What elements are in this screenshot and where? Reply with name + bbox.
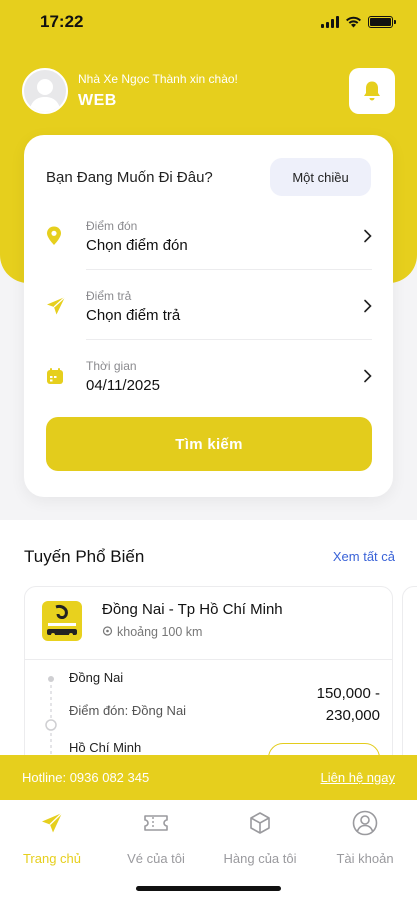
date-value: 04/11/2025 (86, 376, 160, 394)
trip-type-chip[interactable]: Một chiều (270, 158, 371, 196)
tab-account[interactable]: Tài khoản (313, 808, 417, 866)
divider (25, 659, 392, 660)
tab-label: Hàng của tôi (223, 851, 297, 866)
calendar-icon (47, 368, 63, 384)
tab-label: Vé của tôi (127, 851, 185, 866)
chevron-right-icon (364, 229, 372, 243)
profile-header: Nhà Xe Ngọc Thành xin chào! WEB (22, 68, 238, 114)
search-card-title: Bạn Đang Muốn Đi Đâu? (46, 169, 213, 186)
price-max: 230,000 (325, 707, 380, 724)
contact-now-link[interactable]: Liên hệ ngay (321, 770, 395, 785)
signal-icon (321, 16, 339, 28)
divider (86, 269, 372, 270)
tab-label: Trang chủ (22, 851, 82, 866)
pickup-point: Điểm đón: Đồng Nai (69, 703, 187, 718)
search-card: Bạn Đang Muốn Đi Đâu? Một chiều Điểm đón… (24, 135, 393, 497)
search-button[interactable]: Tìm kiếm (46, 417, 372, 471)
notification-button[interactable] (349, 68, 395, 114)
pickup-label: Điểm đón (86, 218, 138, 233)
battery-icon (368, 16, 396, 28)
dropoff-label: Điểm trả (86, 288, 132, 303)
pickup-field[interactable]: Điểm đón Chọn điểm đón (46, 201, 372, 271)
operator-logo (42, 601, 82, 641)
date-label: Thời gian (86, 358, 137, 373)
status-time: 17:22 (40, 12, 84, 31)
location-pin-icon (47, 226, 61, 245)
user-placeholder-icon (29, 79, 61, 112)
home-indicator (136, 886, 281, 891)
bell-icon (364, 81, 380, 101)
tab-my-tickets[interactable]: Vé của tôi (104, 808, 208, 866)
box-icon (250, 812, 270, 834)
distance-text: khoảng 100 km (117, 625, 203, 639)
status-icons (321, 16, 396, 28)
pickup-value: Chọn điểm đón (86, 236, 188, 254)
see-all-link[interactable]: Xem tất cả (333, 549, 395, 564)
dropoff-field[interactable]: Điểm trả Chọn điểm trả (46, 271, 372, 341)
tab-bar: Trang chủ Vé của tôi Hàng của tôi Tài kh… (0, 800, 417, 900)
route-distance: khoảng 100 km (102, 625, 202, 639)
wifi-icon (346, 16, 361, 28)
ticket-icon (144, 815, 168, 831)
tab-home[interactable]: Trang chủ (0, 808, 104, 866)
chevron-right-icon (364, 369, 372, 383)
hotline-text: Hotline: 0936 082 345 (22, 770, 150, 785)
user-name: WEB (78, 92, 117, 109)
route-name: Đồng Nai - Tp Hồ Chí Minh (102, 601, 283, 618)
date-field[interactable]: Thời gian 04/11/2025 (46, 341, 372, 411)
dropoff-value: Chọn điểm trả (86, 306, 181, 324)
section-title: Tuyến Phổ Biến (24, 547, 145, 566)
greeting-text: Nhà Xe Ngọc Thành xin chào! (78, 72, 238, 86)
tab-my-packages[interactable]: Hàng của tôi (208, 808, 312, 866)
user-icon (352, 810, 378, 836)
popular-routes-section: Tuyến Phổ Biến Xem tất cả Đồng Nai - Tp … (0, 520, 417, 786)
status-bar: 17:22 (0, 0, 417, 44)
send-plane-icon (47, 296, 66, 315)
hotline-bar: Hotline: 0936 082 345 Liên hệ ngay (0, 755, 417, 800)
price-range: 150,000 - 230,000 (317, 683, 380, 727)
destination-stop: Hồ Chí Minh (69, 740, 142, 755)
send-plane-icon (42, 812, 63, 833)
chevron-right-icon (364, 299, 372, 313)
profile-text: Nhà Xe Ngọc Thành xin chào! WEB (78, 72, 238, 110)
avatar[interactable] (22, 68, 68, 114)
divider (86, 339, 372, 340)
location-pin-icon (102, 626, 113, 636)
origin-stop: Đồng Nai (69, 670, 124, 685)
price-min: 150,000 - (316, 685, 380, 702)
tab-label: Tài khoản (336, 851, 394, 866)
